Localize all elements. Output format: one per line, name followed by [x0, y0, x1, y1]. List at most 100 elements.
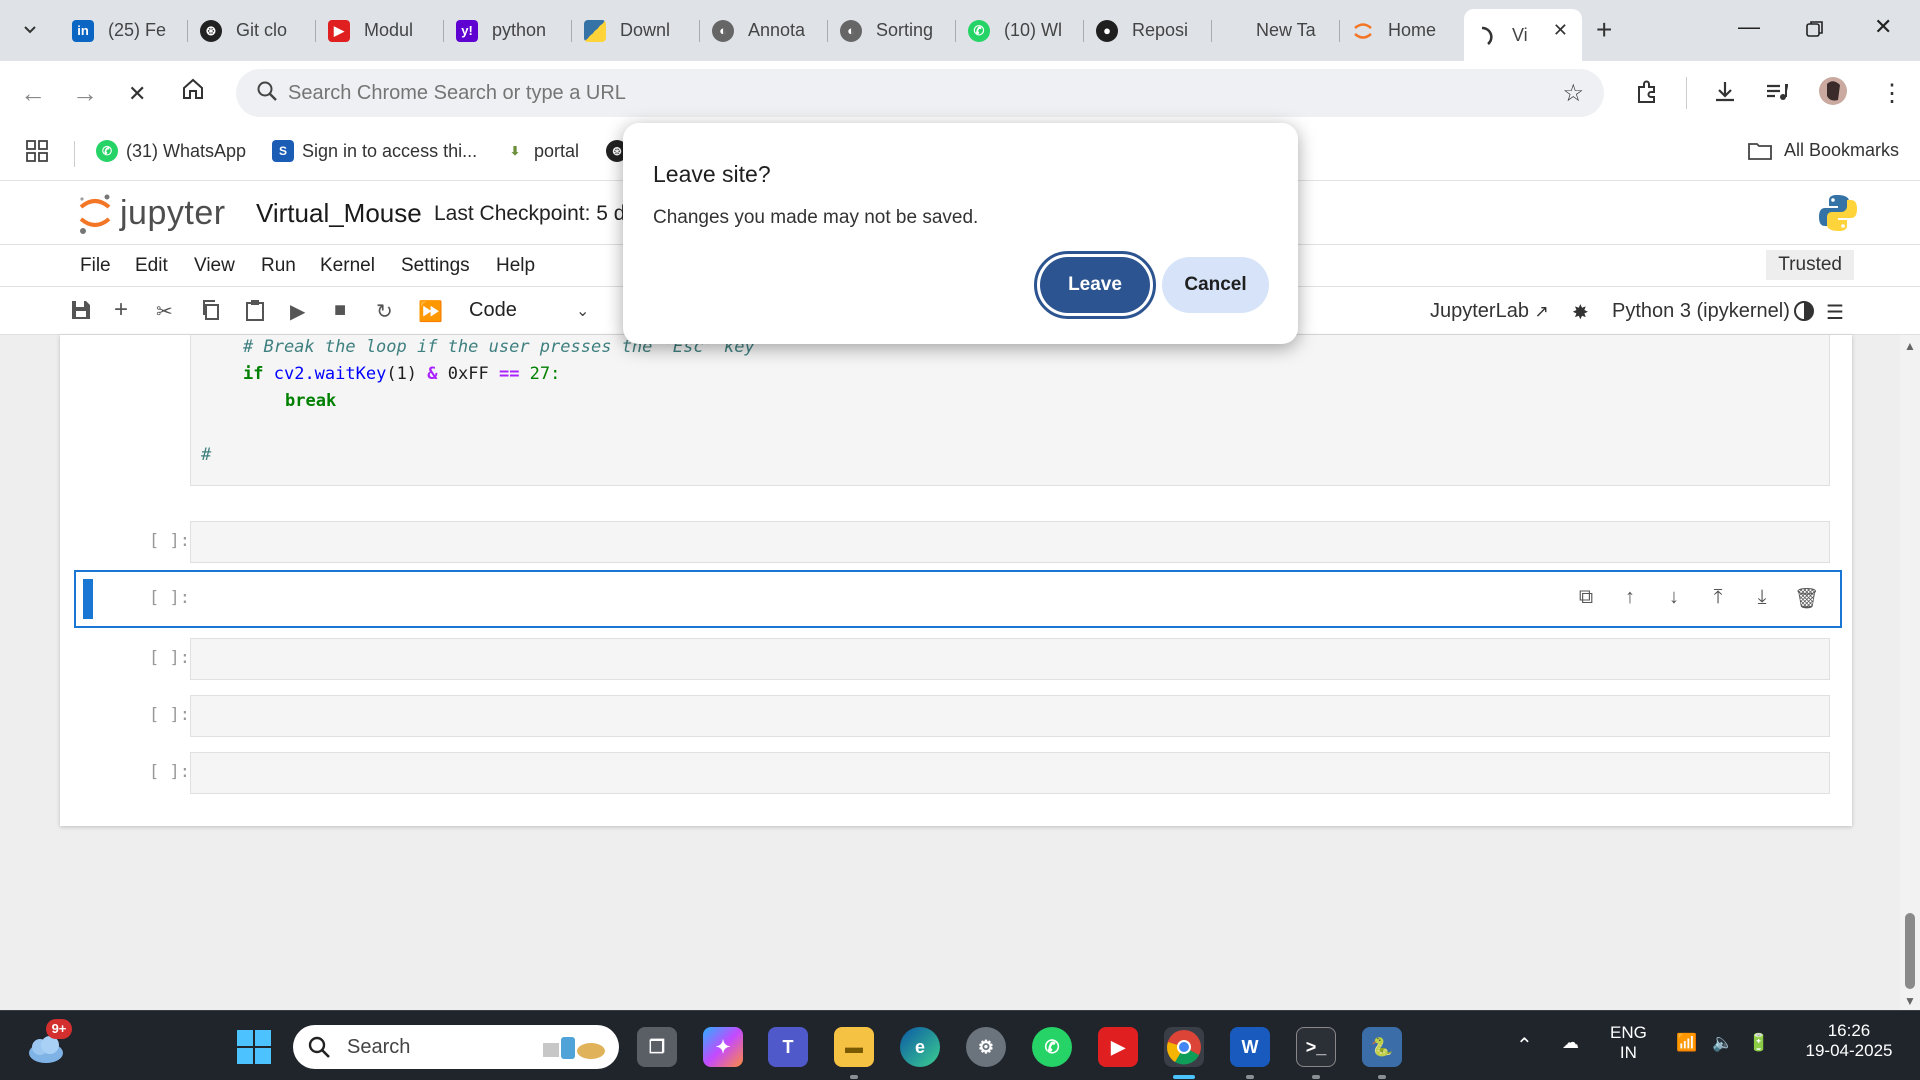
restart-run-all-icon[interactable]: ⏩: [418, 299, 443, 324]
tab-search-button[interactable]: [14, 14, 46, 46]
restart-icon[interactable]: ↻: [376, 299, 393, 324]
onedrive-icon[interactable]: ☁: [1562, 1033, 1579, 1053]
bookmark-whatsapp[interactable]: ✆ (31) WhatsApp: [96, 140, 246, 162]
cut-icon[interactable]: ✂: [156, 299, 173, 324]
tab-sorting[interactable]: ◐ Sorting: [828, 10, 956, 51]
download-icon[interactable]: [1712, 79, 1738, 112]
insert-above-icon[interactable]: ⤒: [1706, 586, 1730, 611]
cancel-button[interactable]: Cancel: [1162, 257, 1269, 313]
menu-file[interactable]: File: [80, 255, 111, 277]
all-bookmarks-button[interactable]: All Bookmarks: [1748, 140, 1899, 161]
bookmark-star-icon[interactable]: ☆: [1562, 79, 1584, 108]
address-bar[interactable]: ☆: [236, 69, 1604, 117]
jupyter-logo[interactable]: jupyter: [78, 191, 226, 235]
youtube-icon[interactable]: ▶: [1098, 1027, 1138, 1067]
empty-code-cell[interactable]: [190, 638, 1830, 680]
chrome-menu-icon[interactable]: ⋮: [1880, 79, 1904, 108]
tab-whatsapp[interactable]: ✆ (10) Wl: [956, 10, 1084, 51]
notebook-title[interactable]: Virtual_Mouse: [256, 198, 422, 229]
chrome-icon[interactable]: [1164, 1027, 1204, 1067]
profile-avatar[interactable]: [1818, 76, 1848, 113]
back-icon[interactable]: ←: [20, 78, 46, 109]
new-tab-button[interactable]: +: [1596, 14, 1612, 46]
close-window-icon[interactable]: ✕: [1874, 14, 1892, 40]
add-cell-icon[interactable]: +: [114, 296, 128, 324]
kernel-name[interactable]: Python 3 (ipykernel): [1612, 300, 1790, 323]
duplicate-cell-icon[interactable]: ⧉: [1574, 586, 1598, 611]
tab-python-yahoo[interactable]: y! python: [444, 10, 572, 51]
tab-download-python[interactable]: Downl: [572, 10, 700, 51]
settings-gear-icon[interactable]: ⚙: [966, 1027, 1006, 1067]
move-up-icon[interactable]: ↑: [1618, 586, 1642, 611]
menu-run[interactable]: Run: [261, 255, 296, 277]
run-icon[interactable]: ▶: [290, 299, 305, 324]
tab-repository[interactable]: ● Reposi: [1084, 10, 1212, 51]
apps-grid-icon[interactable]: [26, 140, 48, 162]
home-icon[interactable]: [180, 76, 206, 109]
forward-icon[interactable]: →: [72, 78, 98, 109]
paste-icon[interactable]: [244, 299, 266, 327]
scroll-down-icon[interactable]: ▼: [1904, 994, 1916, 1008]
terminal-icon[interactable]: >_: [1296, 1027, 1336, 1067]
minimize-icon[interactable]: —: [1738, 14, 1760, 40]
stop-icon[interactable]: ✕: [128, 81, 146, 107]
close-tab-icon[interactable]: ✕: [1553, 20, 1568, 41]
debugger-icon[interactable]: ✸: [1572, 300, 1589, 325]
copy-icon[interactable]: [200, 299, 222, 327]
tab-virtual-mouse-active[interactable]: Vi ✕: [1464, 9, 1582, 61]
insert-below-icon[interactable]: ⤓: [1750, 586, 1774, 611]
stop-kernel-icon[interactable]: ■: [334, 299, 346, 322]
browser-tab-strip: in (25) Fe ⊛ Git clo ▶ Modul y! python D…: [0, 0, 1920, 61]
wifi-icon[interactable]: 📶: [1676, 1033, 1697, 1053]
menu-kernel[interactable]: Kernel: [320, 255, 375, 277]
scroll-up-icon[interactable]: ▲: [1904, 339, 1916, 353]
hamburger-menu-icon[interactable]: ☰: [1826, 300, 1844, 325]
empty-code-cell[interactable]: [190, 521, 1830, 563]
tab-module[interactable]: ▶ Modul: [316, 10, 444, 51]
tab-git-clone[interactable]: ⊛ Git clo: [188, 10, 316, 51]
trusted-badge[interactable]: Trusted: [1766, 250, 1854, 280]
battery-icon[interactable]: 🔋: [1748, 1033, 1769, 1053]
tab-home[interactable]: Home: [1340, 10, 1468, 51]
media-control-icon[interactable]: [1764, 79, 1790, 112]
extensions-icon[interactable]: [1634, 79, 1660, 112]
active-code-cell[interactable]: [ ]: ⧉ ↑ ↓ ⤒ ⤓ 🗑: [74, 570, 1842, 628]
whatsapp-icon[interactable]: ✆: [1032, 1027, 1072, 1067]
scrollbar-thumb[interactable]: [1905, 913, 1915, 989]
menu-view[interactable]: View: [194, 255, 235, 277]
language-indicator[interactable]: ENG IN: [1610, 1023, 1647, 1063]
empty-code-cell[interactable]: [190, 695, 1830, 737]
task-view-icon[interactable]: ❐: [637, 1027, 677, 1067]
leave-button[interactable]: Leave: [1034, 251, 1156, 319]
tab-new-tab[interactable]: New Ta: [1212, 10, 1340, 51]
chevron-down-icon[interactable]: ⌄: [576, 301, 589, 321]
code-cell-editor[interactable]: # Break the loop if the user presses the…: [190, 335, 1830, 486]
delete-cell-icon[interactable]: 🗑: [1794, 586, 1819, 611]
tab-annotate[interactable]: ◐ Annota: [700, 10, 828, 51]
clock[interactable]: 16:26 19-04-2025: [1794, 1021, 1904, 1061]
copilot-icon[interactable]: ✦: [703, 1027, 743, 1067]
volume-icon[interactable]: 🔈: [1712, 1033, 1733, 1053]
page-scrollbar[interactable]: ▲ ▼: [1900, 335, 1920, 1010]
bookmark-portal[interactable]: ⬇ portal: [504, 140, 579, 162]
menu-help[interactable]: Help: [496, 255, 535, 277]
empty-code-cell[interactable]: [190, 752, 1830, 794]
menu-edit[interactable]: Edit: [135, 255, 168, 277]
edge-icon[interactable]: e: [900, 1027, 940, 1067]
teams-icon[interactable]: T: [768, 1027, 808, 1067]
bookmark-sign-in[interactable]: S Sign in to access thi...: [272, 140, 477, 162]
move-down-icon[interactable]: ↓: [1662, 586, 1686, 611]
show-hidden-icons-icon[interactable]: ⌃: [1516, 1033, 1533, 1058]
taskbar-search[interactable]: Search: [293, 1025, 619, 1069]
menu-settings[interactable]: Settings: [401, 255, 470, 277]
windows-start-icon[interactable]: [234, 1027, 274, 1067]
file-explorer-icon[interactable]: ▬: [834, 1027, 874, 1067]
cell-type-select[interactable]: Code: [469, 299, 517, 322]
jupyterlab-link[interactable]: JupyterLab ↗: [1430, 300, 1549, 323]
address-input[interactable]: [288, 69, 1488, 117]
save-icon[interactable]: [70, 299, 92, 327]
restore-icon[interactable]: [1806, 18, 1824, 44]
python-idle-icon[interactable]: 🐍: [1362, 1027, 1402, 1067]
word-icon[interactable]: W: [1230, 1027, 1270, 1067]
tab-linkedin[interactable]: in (25) Fe: [60, 10, 188, 51]
